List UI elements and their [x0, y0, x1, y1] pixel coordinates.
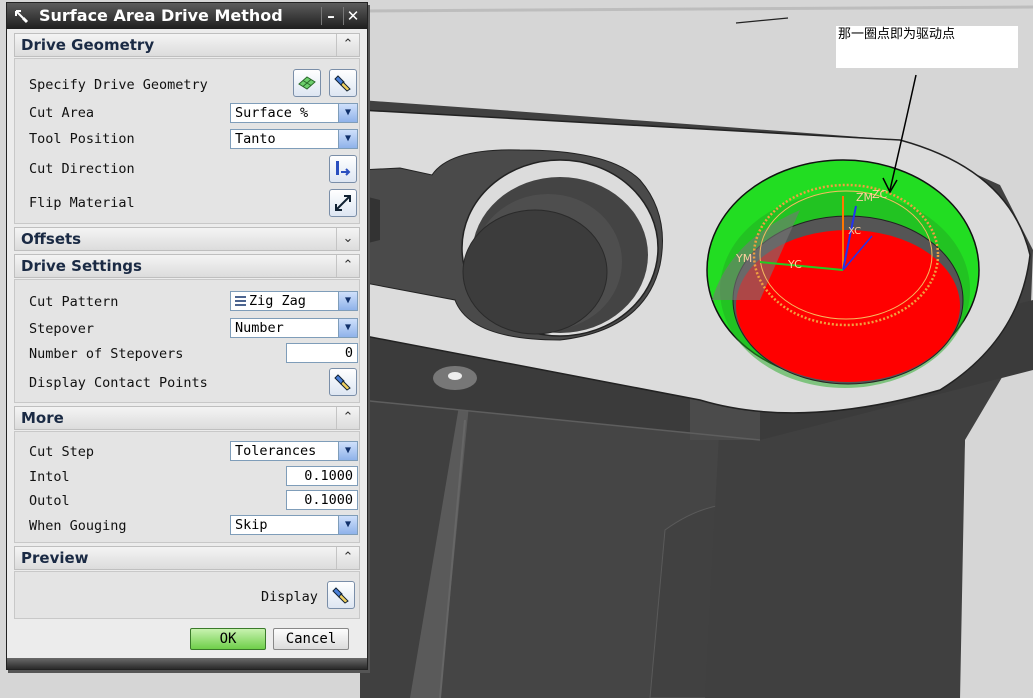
cancel-button[interactable]: Cancel	[273, 628, 349, 650]
dialog-bottom-bar	[7, 658, 367, 669]
axis-label-zm: ZM	[856, 191, 873, 204]
tool-position-select[interactable]: Tanto ▼	[230, 129, 358, 149]
cut-area-label: Cut Area	[29, 105, 95, 121]
section-header-drive-geometry[interactable]: Drive Geometry ⌃	[14, 33, 360, 57]
cut-area-select[interactable]: Surface % ▼	[230, 103, 358, 123]
annotation-note: 那一圈点即为驱动点	[836, 26, 1018, 68]
axis-label-xc: XC	[848, 226, 861, 237]
chevron-up-icon[interactable]: ⌃	[336, 547, 359, 569]
number-of-stepovers-label: Number of Stepovers	[29, 346, 184, 362]
cut-pattern-select[interactable]: Zig Zag ▼	[230, 291, 358, 311]
cut-direction-label: Cut Direction	[29, 161, 135, 177]
surface-area-drive-method-dialog: Surface Area Drive Method – ✕ Drive Geom…	[6, 2, 368, 670]
section-header-more[interactable]: More ⌃	[14, 406, 360, 430]
stepover-value: Number	[235, 320, 284, 336]
when-gouging-select[interactable]: Skip ▼	[230, 515, 358, 535]
chevron-down-icon[interactable]: ▼	[338, 292, 357, 310]
chevron-down-icon[interactable]: ▼	[338, 130, 357, 148]
cut-pattern-label: Cut Pattern	[29, 294, 119, 310]
cut-step-value: Tolerances	[235, 443, 317, 459]
flip-arrows-icon	[335, 195, 351, 211]
flip-material-label: Flip Material	[29, 195, 135, 211]
section-body-preview: Display	[14, 571, 360, 619]
dialog-app-icon	[15, 10, 29, 24]
outol-label: Outol	[29, 493, 70, 509]
chevron-down-icon[interactable]: ▼	[338, 104, 357, 122]
section-title: Drive Geometry	[21, 36, 155, 54]
cut-step-select[interactable]: Tolerances ▼	[230, 441, 358, 461]
stepover-label: Stepover	[29, 321, 95, 337]
chevron-up-icon[interactable]: ⌃	[336, 255, 359, 277]
cut-area-value: Surface %	[235, 105, 309, 121]
when-gouging-value: Skip	[235, 517, 268, 533]
part-model	[359, 100, 1033, 698]
close-button[interactable]: ✕	[343, 7, 362, 25]
chevron-up-icon[interactable]: ⌃	[336, 34, 359, 56]
preview-display-label: Display	[261, 589, 318, 605]
surface-grid-icon	[298, 76, 316, 90]
section-body-drive-settings: Cut Pattern Zig Zag ▼ Stepover Number ▼ …	[14, 279, 360, 403]
chevron-down-icon[interactable]: ▼	[338, 319, 357, 337]
section-header-drive-settings[interactable]: Drive Settings ⌃	[14, 254, 360, 278]
ok-button[interactable]: OK	[190, 628, 266, 650]
chevron-down-icon[interactable]: ⌄	[336, 228, 359, 250]
cut-pattern-value: Zig Zag	[249, 293, 306, 309]
minimize-button[interactable]: –	[321, 7, 340, 25]
section-body-more: Cut Step Tolerances ▼ Intol 0.1000 Outol…	[14, 431, 360, 543]
flip-material-button[interactable]	[329, 189, 357, 217]
tool-position-value: Tanto	[235, 131, 276, 147]
cut-step-label: Cut Step	[29, 444, 95, 460]
chevron-down-icon[interactable]: ▼	[338, 442, 357, 460]
section-header-preview[interactable]: Preview ⌃	[14, 546, 360, 570]
section-title: Drive Settings	[21, 257, 142, 275]
section-body-drive-geometry: Specify Drive Geometry Cut Area Surface …	[14, 58, 360, 224]
cut-direction-button[interactable]	[329, 155, 357, 183]
stepover-select[interactable]: Number ▼	[230, 318, 358, 338]
flashlight-icon	[334, 75, 351, 92]
section-title: Offsets	[21, 230, 82, 248]
dialog-title: Surface Area Drive Method	[39, 6, 283, 25]
chevron-up-icon[interactable]: ⌃	[336, 407, 359, 429]
cut-direction-icon	[336, 161, 351, 176]
drive-geometry-display-button[interactable]	[329, 69, 357, 97]
axis-label-ym: YM	[735, 252, 752, 265]
display-contact-points-button[interactable]	[329, 368, 357, 396]
when-gouging-label: When Gouging	[29, 518, 127, 534]
section-header-offsets[interactable]: Offsets ⌄	[14, 227, 360, 251]
axis-label-yc: YC	[787, 258, 802, 271]
drive-geometry-select-button[interactable]	[293, 69, 321, 97]
flashlight-icon	[332, 587, 349, 604]
intol-label: Intol	[29, 469, 70, 485]
zig-zag-pattern-icon	[235, 296, 246, 306]
section-title: More	[21, 409, 64, 427]
chevron-down-icon[interactable]: ▼	[338, 516, 357, 534]
axis-label-zc: ZC	[872, 188, 888, 201]
flashlight-icon	[334, 374, 351, 391]
specify-drive-geometry-label: Specify Drive Geometry	[29, 77, 208, 93]
section-title: Preview	[21, 549, 89, 567]
display-contact-points-label: Display Contact Points	[29, 375, 208, 391]
outol-input[interactable]: 0.1000	[286, 490, 358, 510]
dialog-titlebar[interactable]: Surface Area Drive Method – ✕	[7, 3, 367, 29]
intol-input[interactable]: 0.1000	[286, 466, 358, 486]
preview-display-button[interactable]	[327, 581, 355, 609]
number-of-stepovers-input[interactable]: 0	[286, 343, 358, 363]
tool-position-label: Tool Position	[29, 131, 135, 147]
